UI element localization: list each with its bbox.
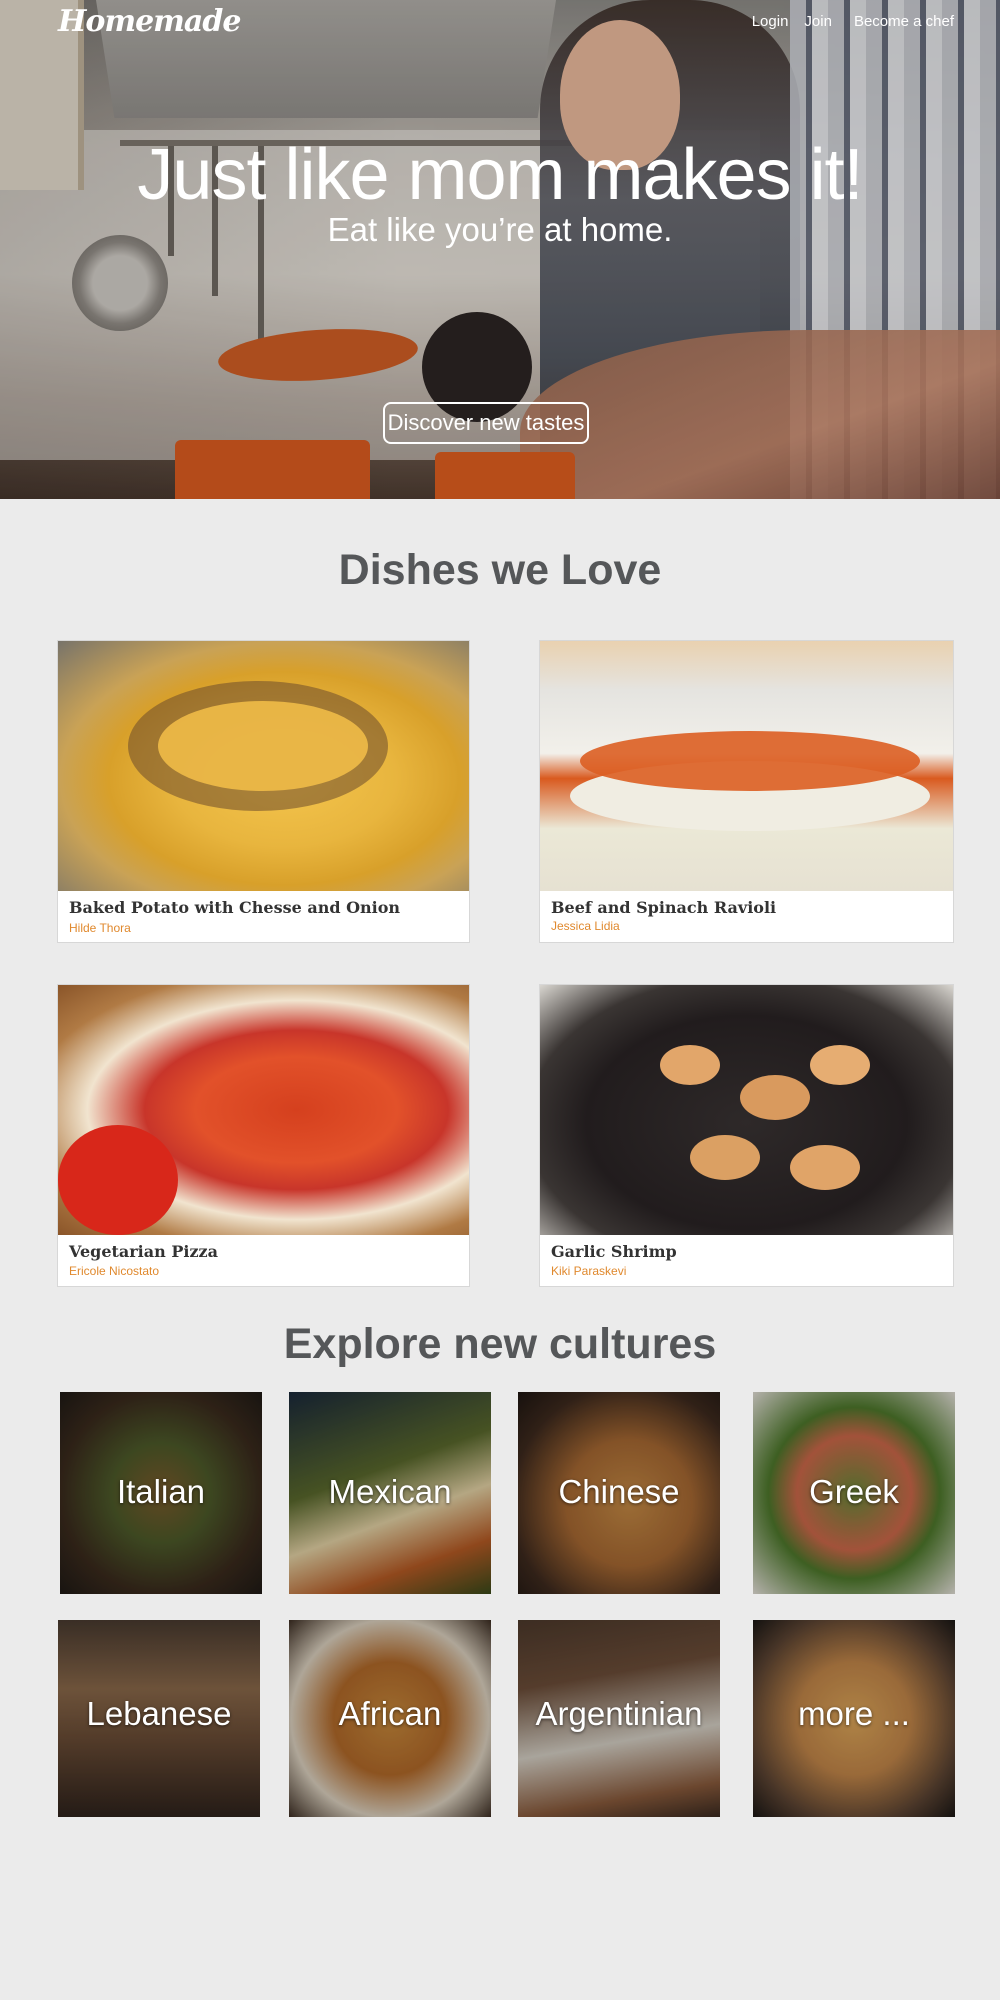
nav-login-link[interactable]: Login	[752, 13, 789, 30]
dishes-section-title: Dishes we Love	[338, 546, 662, 594]
red-pepper	[58, 1125, 178, 1235]
shrimp	[810, 1045, 870, 1085]
shrimp-image	[540, 985, 953, 1235]
dish-card[interactable]: Garlic Shrimp Kiki Paraskevi	[539, 984, 954, 1287]
culture-label: Greek	[809, 1473, 899, 1510]
culture-tile-argentinian[interactable]: Argentinian	[518, 1620, 720, 1817]
culture-label: African	[338, 1695, 442, 1732]
hero-title: Just like mom makes it!	[137, 135, 863, 215]
hero-banner: Homemade Login Join Become a chef Just l…	[0, 0, 1000, 499]
culture-label: more ...	[798, 1695, 910, 1732]
shrimp	[790, 1145, 860, 1190]
dish-name[interactable]: Vegetarian Pizza	[69, 1242, 218, 1261]
hero-subtitle: Eat like you’re at home.	[327, 211, 673, 248]
culture-tile-lebanese[interactable]: Lebanese	[58, 1620, 260, 1817]
culture-label: Chinese	[558, 1473, 680, 1510]
shrimp	[740, 1075, 810, 1120]
shrimp	[660, 1045, 720, 1085]
tomato-sauce	[580, 731, 920, 791]
culture-tile-more[interactable]: more ...	[753, 1620, 955, 1817]
nav-join-link[interactable]: Join	[804, 13, 832, 30]
cheese-topping	[158, 701, 368, 791]
culture-label: Italian	[116, 1473, 206, 1510]
dish-card[interactable]: Beef and Spinach Ravioli Jessica Lidia	[539, 640, 954, 943]
culture-label: Argentinian	[535, 1695, 703, 1732]
dish-chef[interactable]: Hilde Thora	[69, 921, 131, 935]
culture-label: Mexican	[328, 1473, 452, 1510]
culture-tile-mexican[interactable]: Mexican	[289, 1392, 491, 1594]
dish-chef[interactable]: Ericole Nicostato	[69, 1264, 159, 1278]
ravioli-image	[540, 641, 953, 891]
dish-card[interactable]: Vegetarian Pizza Ericole Nicostato	[57, 984, 470, 1287]
baked-potato-image	[58, 641, 469, 891]
culture-tile-african[interactable]: African	[289, 1620, 491, 1817]
culture-tile-greek[interactable]: Greek	[753, 1392, 955, 1594]
dish-name[interactable]: Baked Potato with Chesse and Onion	[69, 898, 400, 917]
dish-name[interactable]: Garlic Shrimp	[551, 1242, 677, 1261]
nav-become-chef-link[interactable]: Become a chef	[854, 13, 954, 30]
culture-label: Lebanese	[86, 1695, 232, 1732]
site-logo[interactable]: Homemade	[58, 4, 241, 39]
dish-chef[interactable]: Jessica Lidia	[551, 919, 620, 933]
pizza-image	[58, 985, 469, 1235]
cultures-section-title: Explore new cultures	[283, 1320, 717, 1368]
discover-new-tastes-button[interactable]: Discover new tastes	[383, 402, 589, 444]
dish-chef[interactable]: Kiki Paraskevi	[551, 1264, 626, 1278]
culture-tile-chinese[interactable]: Chinese	[518, 1392, 720, 1594]
culture-tile-italian[interactable]: Italian	[60, 1392, 262, 1594]
top-nav: Login Join Become a chef	[736, 13, 954, 30]
dish-name[interactable]: Beef and Spinach Ravioli	[551, 898, 776, 917]
dish-card[interactable]: Baked Potato with Chesse and Onion Hilde…	[57, 640, 470, 943]
shrimp	[690, 1135, 760, 1180]
